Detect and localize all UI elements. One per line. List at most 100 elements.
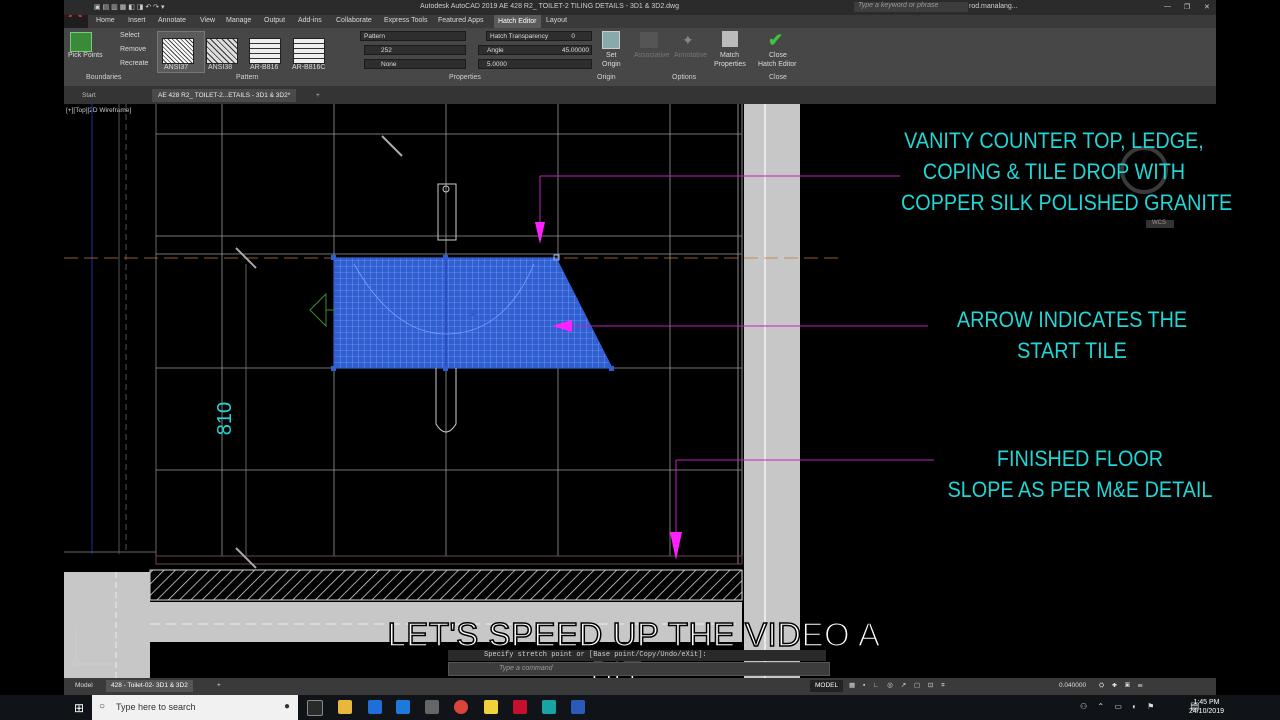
search-icon: ○ xyxy=(99,701,106,712)
file-explorer-icon[interactable] xyxy=(338,700,352,714)
floor-note-line-1: FINISHED FLOOR xyxy=(996,446,1164,471)
ribbon-tab-annotate[interactable]: Annotate xyxy=(158,17,186,24)
ribbon-tab-manage[interactable]: Manage xyxy=(226,17,251,24)
ribbon-tab-collaborate[interactable]: Collaborate xyxy=(336,17,372,24)
microphone-icon[interactable]: ● xyxy=(284,701,290,712)
ribbon-tab-layout[interactable]: Layout xyxy=(546,17,567,24)
autocad-taskbar-icon[interactable] xyxy=(513,700,527,714)
app-icon[interactable] xyxy=(425,700,439,714)
hatch-color-dropdown[interactable]: 252 xyxy=(364,45,466,55)
window-title: Autodesk AutoCAD 2019 AE 428 R2_ TOILET-… xyxy=(420,3,680,10)
dimension-text: 810 xyxy=(214,401,237,436)
pattern-ansi37-swatch[interactable] xyxy=(162,38,194,64)
sticky-notes-icon[interactable] xyxy=(484,700,498,714)
annotation-scale[interactable]: 0.040000 xyxy=(1054,680,1091,692)
wall-section xyxy=(744,104,800,678)
file-tab-bar: Start AE 428 R2_ TOILET-2...ETAILS - 3D1… xyxy=(64,86,1216,104)
angle-field[interactable]: Angle 45.00000 xyxy=(478,45,592,55)
recreate-button[interactable]: Recreate xyxy=(120,60,148,67)
pick-points-icon[interactable] xyxy=(70,32,92,52)
set-origin-icon[interactable] xyxy=(602,31,620,49)
hatch-transparency-field[interactable]: Hatch Transparency 0 xyxy=(486,31,592,41)
status-bar: Model 428 - Toilet-02- 3D1 & 3D2 + MODEL… xyxy=(64,678,1216,695)
drawing-tab[interactable]: AE 428 R2_ TOILET-2...ETAILS - 3D1 & 3D2… xyxy=(152,89,297,102)
status-tools[interactable]: ⛭ ✚ ▣ ☰ xyxy=(1094,680,1151,692)
taskbar-search-input[interactable]: Type here to search xyxy=(92,695,298,720)
vanity-note-line-2: COPING & TILE DROP WITH xyxy=(922,159,1186,184)
ribbon-tab-view[interactable]: View xyxy=(200,17,215,24)
pick-points-button[interactable]: Pick Points xyxy=(68,52,103,59)
add-layout-button[interactable]: + xyxy=(212,680,226,692)
annotative-button[interactable]: Annotative xyxy=(674,52,707,59)
associative-icon[interactable] xyxy=(640,32,658,48)
background-color-dropdown[interactable]: None xyxy=(364,59,466,69)
drawing-canvas[interactable]: [+][Top][2D Wireframe] VANITY COUNTER TO… xyxy=(64,104,1233,692)
origin-panel-title[interactable]: Origin xyxy=(597,74,616,81)
remove-button[interactable]: Remove xyxy=(120,46,146,53)
boundaries-panel-title[interactable]: Boundaries xyxy=(86,74,121,81)
ribbon-tab-bar: Home Insert Annotate View Manage Output Add-in… xyxy=(88,15,1216,28)
title-bar: ▣ ▤ ▥ ▦ ◧ ◨ ↶ ↷ ▾ Autodesk AutoCAD 2019 … xyxy=(64,0,1216,15)
chrome-icon[interactable] xyxy=(454,700,468,714)
pattern-arb816c-swatch[interactable] xyxy=(293,38,325,64)
windows-start-icon[interactable]: ⊞ xyxy=(74,701,84,715)
ribbon-tab-insert[interactable]: Insert xyxy=(128,17,146,24)
close-hatch-editor-label-1[interactable]: Close xyxy=(769,52,787,59)
system-tray-icons[interactable]: ⚇ ⌃ ▭ ◐ ⚑ xyxy=(1080,702,1158,711)
angle-value: 45.00000 xyxy=(561,47,589,54)
scale-field[interactable]: 5.0000 xyxy=(478,59,592,69)
close-hatch-editor-icon[interactable]: ✔ xyxy=(768,30,783,51)
wcs-label[interactable]: WCS xyxy=(1152,220,1166,226)
user-account[interactable]: rod.manalang... xyxy=(969,3,1018,10)
quick-access-toolbar[interactable]: ▣ ▤ ▥ ▦ ◧ ◨ ↶ ↷ ▾ xyxy=(94,3,165,11)
new-tab-button[interactable]: + xyxy=(310,89,326,102)
vanity-note-line-3: COPPER SILK POLISHED GRANITE xyxy=(901,190,1233,215)
ribbon-tab-express-tools[interactable]: Express Tools xyxy=(384,17,427,24)
minimize-icon[interactable]: — xyxy=(1164,3,1171,10)
command-input[interactable]: Type a command xyxy=(448,662,830,676)
close-panel-title: Close xyxy=(769,74,787,81)
vanity-note-line-1: VANITY COUNTER TOP, LEDGE, xyxy=(904,128,1204,153)
pattern-arb816c-label: AR-B816C xyxy=(292,64,326,71)
arrow-note-line-1: ARROW INDICATES THE xyxy=(956,307,1188,332)
revit-icon[interactable] xyxy=(571,700,585,714)
pattern-arb816-label: AR-B816 xyxy=(250,64,279,71)
ribbon-tab-featured-apps[interactable]: Featured Apps xyxy=(438,17,484,24)
pattern-ansi38-swatch[interactable] xyxy=(206,38,238,64)
help-search-input[interactable]: Type a keyword or phrase xyxy=(854,2,968,12)
arrow-note-line-2: START TILE xyxy=(1017,338,1127,363)
properties-panel-title[interactable]: Properties xyxy=(449,74,481,81)
outlook-icon[interactable] xyxy=(368,700,382,714)
set-origin-label-1[interactable]: Set xyxy=(606,52,617,59)
layout-tab[interactable]: 428 - Toilet-02- 3D1 & 3D2 xyxy=(106,680,193,692)
pattern-arb816-swatch[interactable] xyxy=(249,38,281,64)
model-space-toggle[interactable]: MODEL xyxy=(810,680,844,692)
maximize-icon[interactable]: ❐ xyxy=(1184,3,1190,11)
angle-label: Angle xyxy=(487,47,504,54)
select-button[interactable]: Select xyxy=(120,32,139,39)
set-origin-label-2[interactable]: Origin xyxy=(602,61,621,68)
drafting-toggles[interactable]: ▦ ▪ ∟ ◎ ↗ ▢ ⊡ ⌗ xyxy=(844,680,953,692)
match-properties-label-2[interactable]: Properties xyxy=(714,61,746,68)
close-icon[interactable]: ✕ xyxy=(1204,3,1210,11)
ribbon-tab-add-ins[interactable]: Add-ins xyxy=(298,17,322,24)
model-tab[interactable]: Model xyxy=(70,680,98,692)
associative-button[interactable]: Associative xyxy=(634,52,669,59)
floor-note-line-2: SLOPE AS PER M&E DETAIL xyxy=(947,477,1213,502)
notifications-icon[interactable]: ▤ xyxy=(1190,701,1199,712)
match-properties-icon[interactable] xyxy=(722,31,738,47)
ribbon-tab-hatch-editor[interactable]: Hatch Editor xyxy=(494,15,541,28)
edge-icon[interactable] xyxy=(396,700,410,714)
hatch-type-dropdown[interactable]: Pattern xyxy=(360,31,466,41)
start-tab[interactable]: Start xyxy=(76,89,102,102)
pattern-panel-title: Pattern xyxy=(236,74,259,81)
task-view-icon[interactable] xyxy=(307,700,323,716)
options-panel-title[interactable]: Options xyxy=(672,74,696,81)
pattern-ansi37-label: ANSI37 xyxy=(164,64,189,71)
annotative-icon[interactable]: ✦ xyxy=(682,32,700,48)
remote-desktop-icon[interactable] xyxy=(542,700,556,714)
ribbon-tab-home[interactable]: Home xyxy=(96,17,115,24)
close-hatch-editor-label-2[interactable]: Hatch Editor xyxy=(758,61,797,68)
ribbon-tab-output[interactable]: Output xyxy=(264,17,285,24)
match-properties-label-1[interactable]: Match xyxy=(720,52,739,59)
